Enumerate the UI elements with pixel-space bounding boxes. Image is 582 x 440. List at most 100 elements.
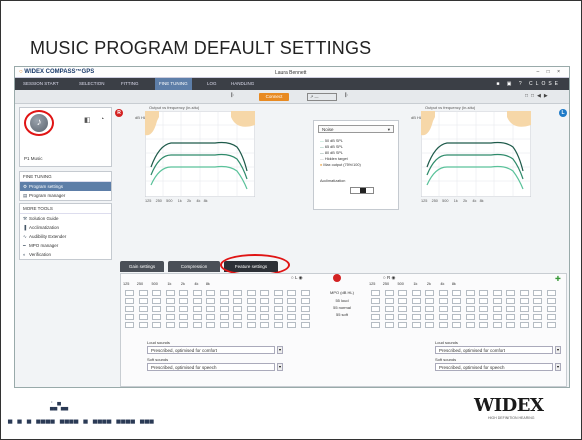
left-soft-sounds-select[interactable]: Prescribed, optimised for speech [147,363,275,371]
view-toggle-icon[interactable]: □□◀▶ [525,93,551,99]
sidebar-item-verification[interactable]: ◐ Verification [20,250,111,259]
gain-cell[interactable] [479,322,488,328]
gain-cell[interactable] [492,298,502,304]
window-controls[interactable]: – □ × [537,69,564,75]
gain-cell[interactable] [192,290,202,296]
gain-cell[interactable] [519,306,529,312]
tab-log[interactable]: LOG [207,81,217,86]
gain-cell[interactable] [152,298,161,304]
gain-cell[interactable] [533,298,542,304]
gain-cell[interactable] [206,290,215,296]
gain-cell[interactable] [273,298,283,304]
tab-compression[interactable]: Compression [168,261,220,272]
gain-cell[interactable] [546,314,556,320]
gain-cell[interactable] [384,322,394,328]
gain-cell[interactable] [519,314,529,320]
gain-cell[interactable] [192,322,202,328]
gain-cell[interactable] [206,314,215,320]
gain-cell[interactable] [425,298,434,304]
gain-cell[interactable] [371,298,380,304]
right-loud-sounds-select[interactable]: Prescribed, optimised for comfort [435,346,553,354]
left-loud-sounds-select[interactable]: Prescribed, optimised for comfort [147,346,275,354]
gain-cell[interactable] [398,298,407,304]
gain-cell[interactable] [206,306,215,312]
gain-cell[interactable] [219,290,229,296]
gain-cell[interactable] [287,298,296,304]
gain-cell[interactable] [138,290,148,296]
gain-cell[interactable] [219,322,229,328]
gain-cell[interactable] [125,314,134,320]
gain-cell[interactable] [206,322,215,328]
tab-fitting[interactable]: FITTING [121,81,139,86]
gain-cell[interactable] [152,306,161,312]
gain-cell[interactable] [519,298,529,304]
gain-cell[interactable] [371,306,380,312]
gain-cell[interactable] [273,322,283,328]
gain-cell[interactable] [138,306,148,312]
gain-cell[interactable] [179,298,188,304]
gain-cell[interactable] [246,322,256,328]
gain-cell[interactable] [465,298,475,304]
tab-fine-tuning[interactable]: FINE TUNING [155,78,192,90]
gain-cell[interactable] [179,290,188,296]
gain-cell[interactable] [452,298,461,304]
gain-cell[interactable] [533,322,542,328]
gain-cell[interactable] [384,290,394,296]
gain-cell[interactable] [519,322,529,328]
gain-cell[interactable] [273,306,283,312]
tab-session-start[interactable]: SESSION START [23,81,59,86]
gain-cell[interactable] [300,314,310,320]
gain-cell[interactable] [438,314,448,320]
gain-cell[interactable] [452,290,461,296]
gain-cell[interactable] [533,306,542,312]
gain-cell[interactable] [411,290,421,296]
sidebar-item-solution-guide[interactable]: ⚒ Solution Guide [20,214,111,223]
gain-cell[interactable] [233,298,242,304]
gain-cell[interactable] [287,306,296,312]
gain-cell[interactable] [246,290,256,296]
gain-cell[interactable] [287,322,296,328]
gain-cell[interactable] [138,314,148,320]
gain-cell[interactable] [425,314,434,320]
hearing-aid-icon[interactable]: ■ [496,81,502,87]
gain-cell[interactable] [287,314,296,320]
gain-cell[interactable] [411,322,421,328]
gain-cell[interactable] [425,306,434,312]
gain-cell[interactable] [125,322,134,328]
gain-cell[interactable] [384,298,394,304]
connection-status-field[interactable]: ↗ — [307,93,337,101]
gain-cell[interactable] [398,290,407,296]
gain-cell[interactable] [138,322,148,328]
gain-cell[interactable] [219,306,229,312]
gain-cell[interactable] [425,322,434,328]
gain-cell[interactable] [465,290,475,296]
gain-cell[interactable] [411,306,421,312]
gain-cell[interactable] [260,322,269,328]
gain-cell[interactable] [492,306,502,312]
gain-cell[interactable] [452,306,461,312]
gain-cell[interactable] [300,306,310,312]
gain-cell[interactable] [384,306,394,312]
gain-cell[interactable] [152,322,161,328]
help-icon[interactable]: ? [519,81,525,87]
environment-select[interactable]: Noise ▾ [318,125,394,133]
gain-cell[interactable] [246,314,256,320]
gain-cell[interactable] [452,314,461,320]
gain-cell[interactable] [479,306,488,312]
gain-cell[interactable] [546,306,556,312]
gain-cell[interactable] [465,314,475,320]
sidebar-item-audibility-extender[interactable]: ∿ Audibility Extender [20,232,111,241]
gain-cell[interactable] [411,298,421,304]
gain-cell[interactable] [533,290,542,296]
tab-selection[interactable]: SELECTION [79,81,105,86]
gain-cell[interactable] [492,290,502,296]
acclimatization-thumb[interactable] [360,188,366,193]
gain-cell[interactable] [246,298,256,304]
gain-cell[interactable] [519,290,529,296]
sidebar-item-program-manager[interactable]: ▤ Program manager [20,191,111,200]
gain-cell[interactable] [533,314,542,320]
gain-cell[interactable] [398,314,407,320]
gain-cell[interactable] [384,314,394,320]
gain-cell[interactable] [179,314,188,320]
connect-button[interactable]: Connect [259,93,289,101]
